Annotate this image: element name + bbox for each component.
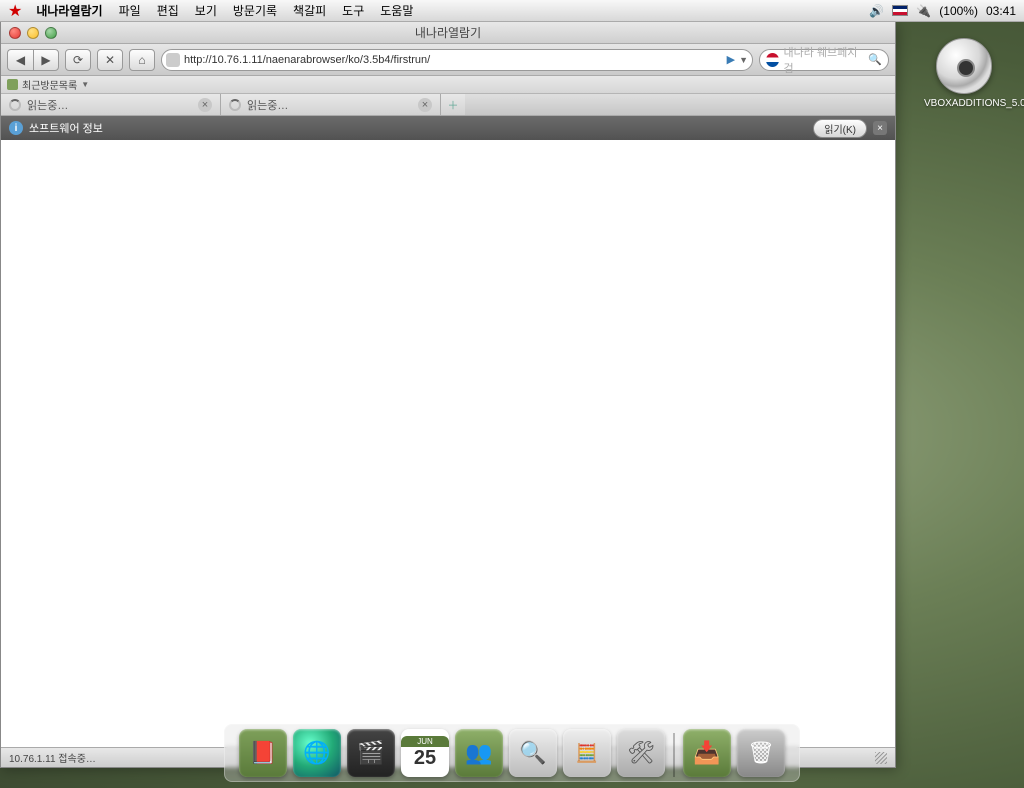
back-button[interactable]: ◀ [7, 49, 33, 71]
volume-icon[interactable]: 🔊 [869, 4, 884, 18]
page-content [1, 140, 895, 747]
battery-percent: (100%) [939, 4, 978, 18]
read-button[interactable]: 읽기(K) [813, 119, 867, 138]
dock: 📕 🌐 🎬 JUN 25 👥 🔍 🧮 🛠 📥 🗑 [224, 724, 800, 782]
search-bar[interactable]: 내나라 웨브페지검 🔍 [759, 49, 889, 71]
dock-search-icon[interactable]: 🔍 [509, 729, 557, 777]
tab-strip: 읽는중… × 읽는중… × ＋ [1, 94, 895, 116]
loading-spinner-icon [9, 99, 21, 111]
desktop-disc-icon[interactable]: VBOXADDITIONS_5.0....06667 [924, 38, 1004, 109]
dock-contacts-icon[interactable]: 👥 [455, 729, 503, 777]
url-bar[interactable]: http://10.76.1.11/naenarabrowser/ko/3.5b… [161, 49, 753, 71]
disc-icon [936, 38, 992, 94]
status-text: 10.76.1.11 접속중… [9, 750, 96, 765]
go-icon[interactable]: ▶ [727, 53, 735, 66]
menu-file[interactable]: 파일 [111, 0, 149, 21]
recent-visits-bar[interactable]: 최근방문목록 ▼ [1, 76, 895, 94]
home-button[interactable]: ⌂ [129, 49, 155, 71]
info-icon: i [9, 121, 23, 135]
disc-label: VBOXADDITIONS_5.0....06667 [924, 98, 1004, 109]
tab-close-button[interactable]: × [418, 98, 432, 112]
clock[interactable]: 03:41 [986, 4, 1016, 18]
favicon-icon [166, 53, 180, 67]
tab-label: 읽는중… [27, 97, 192, 113]
url-dropdown-icon[interactable]: ▼ [739, 55, 748, 65]
window-title: 내나라열람기 [415, 24, 481, 41]
window-close-button[interactable] [9, 27, 21, 39]
dock-separator [673, 733, 675, 777]
cal-day: 25 [414, 747, 436, 770]
menu-bookmarks[interactable]: 책갈피 [285, 0, 334, 21]
reload-button[interactable]: ⟳ [65, 49, 91, 71]
tab-close-button[interactable]: × [198, 98, 212, 112]
cal-month: JUN [401, 736, 449, 747]
url-text: http://10.76.1.11/naenarabrowser/ko/3.5b… [184, 54, 430, 66]
resize-grip-icon[interactable] [875, 752, 887, 764]
dock-calendar-icon[interactable]: JUN 25 [401, 729, 449, 777]
dock-calculator-icon[interactable]: 🧮 [563, 729, 611, 777]
tab-2[interactable]: 읽는중… × [221, 94, 441, 115]
recent-badge-icon [7, 79, 18, 90]
browser-toolbar: ◀ ▶ ⟳ ✕ ⌂ http://10.76.1.11/naenarabrows… [1, 44, 895, 76]
loading-spinner-icon [229, 99, 241, 111]
menu-help[interactable]: 도움말 [372, 0, 421, 21]
menu-tools[interactable]: 도구 [334, 0, 372, 21]
forward-button[interactable]: ▶ [33, 49, 59, 71]
dock-downloads-icon[interactable]: 📥 [683, 729, 731, 777]
input-language-icon[interactable] [892, 5, 908, 16]
dock-browser-icon[interactable]: 🌐 [293, 729, 341, 777]
menu-history[interactable]: 방문기록 [225, 0, 285, 21]
dock-settings-icon[interactable]: 🛠 [617, 729, 665, 777]
tab-label: 읽는중… [247, 97, 412, 113]
star-logo-icon[interactable]: ★ [8, 1, 22, 21]
system-menubar: ★ 내나라열람기 파일 편집 보기 방문기록 책갈피 도구 도움말 🔊 🔌 (1… [0, 0, 1024, 22]
recent-dropdown-icon[interactable]: ▼ [81, 80, 89, 89]
recent-label: 최근방문목록 [22, 77, 77, 92]
infobar-close-button[interactable]: × [873, 121, 887, 135]
menu-edit[interactable]: 편집 [149, 0, 187, 21]
window-minimize-button[interactable] [27, 27, 39, 39]
dock-video-icon[interactable]: 🎬 [347, 729, 395, 777]
search-icon[interactable]: 🔍 [868, 53, 882, 66]
dock-addressbook-icon[interactable]: 📕 [239, 729, 287, 777]
info-bar: i 쏘프트웨어 정보 읽기(K) × [1, 116, 895, 140]
window-maximize-button[interactable] [45, 27, 57, 39]
search-engine-icon[interactable] [766, 53, 779, 67]
menu-app[interactable]: 내나라열람기 [28, 0, 110, 21]
dock-trash-icon[interactable]: 🗑 [737, 729, 785, 777]
browser-window: 내나라열람기 ◀ ▶ ⟳ ✕ ⌂ http://10.76.1.11/naena… [0, 22, 896, 768]
tab-1[interactable]: 읽는중… × [1, 94, 221, 115]
battery-icon[interactable]: 🔌 [916, 4, 931, 18]
window-titlebar[interactable]: 내나라열람기 [1, 22, 895, 44]
search-placeholder: 내나라 웨브페지검 [783, 44, 864, 76]
stop-button[interactable]: ✕ [97, 49, 123, 71]
new-tab-button[interactable]: ＋ [441, 94, 465, 115]
menu-view[interactable]: 보기 [187, 0, 225, 21]
infobar-text: 쏘프트웨어 정보 [29, 120, 103, 136]
